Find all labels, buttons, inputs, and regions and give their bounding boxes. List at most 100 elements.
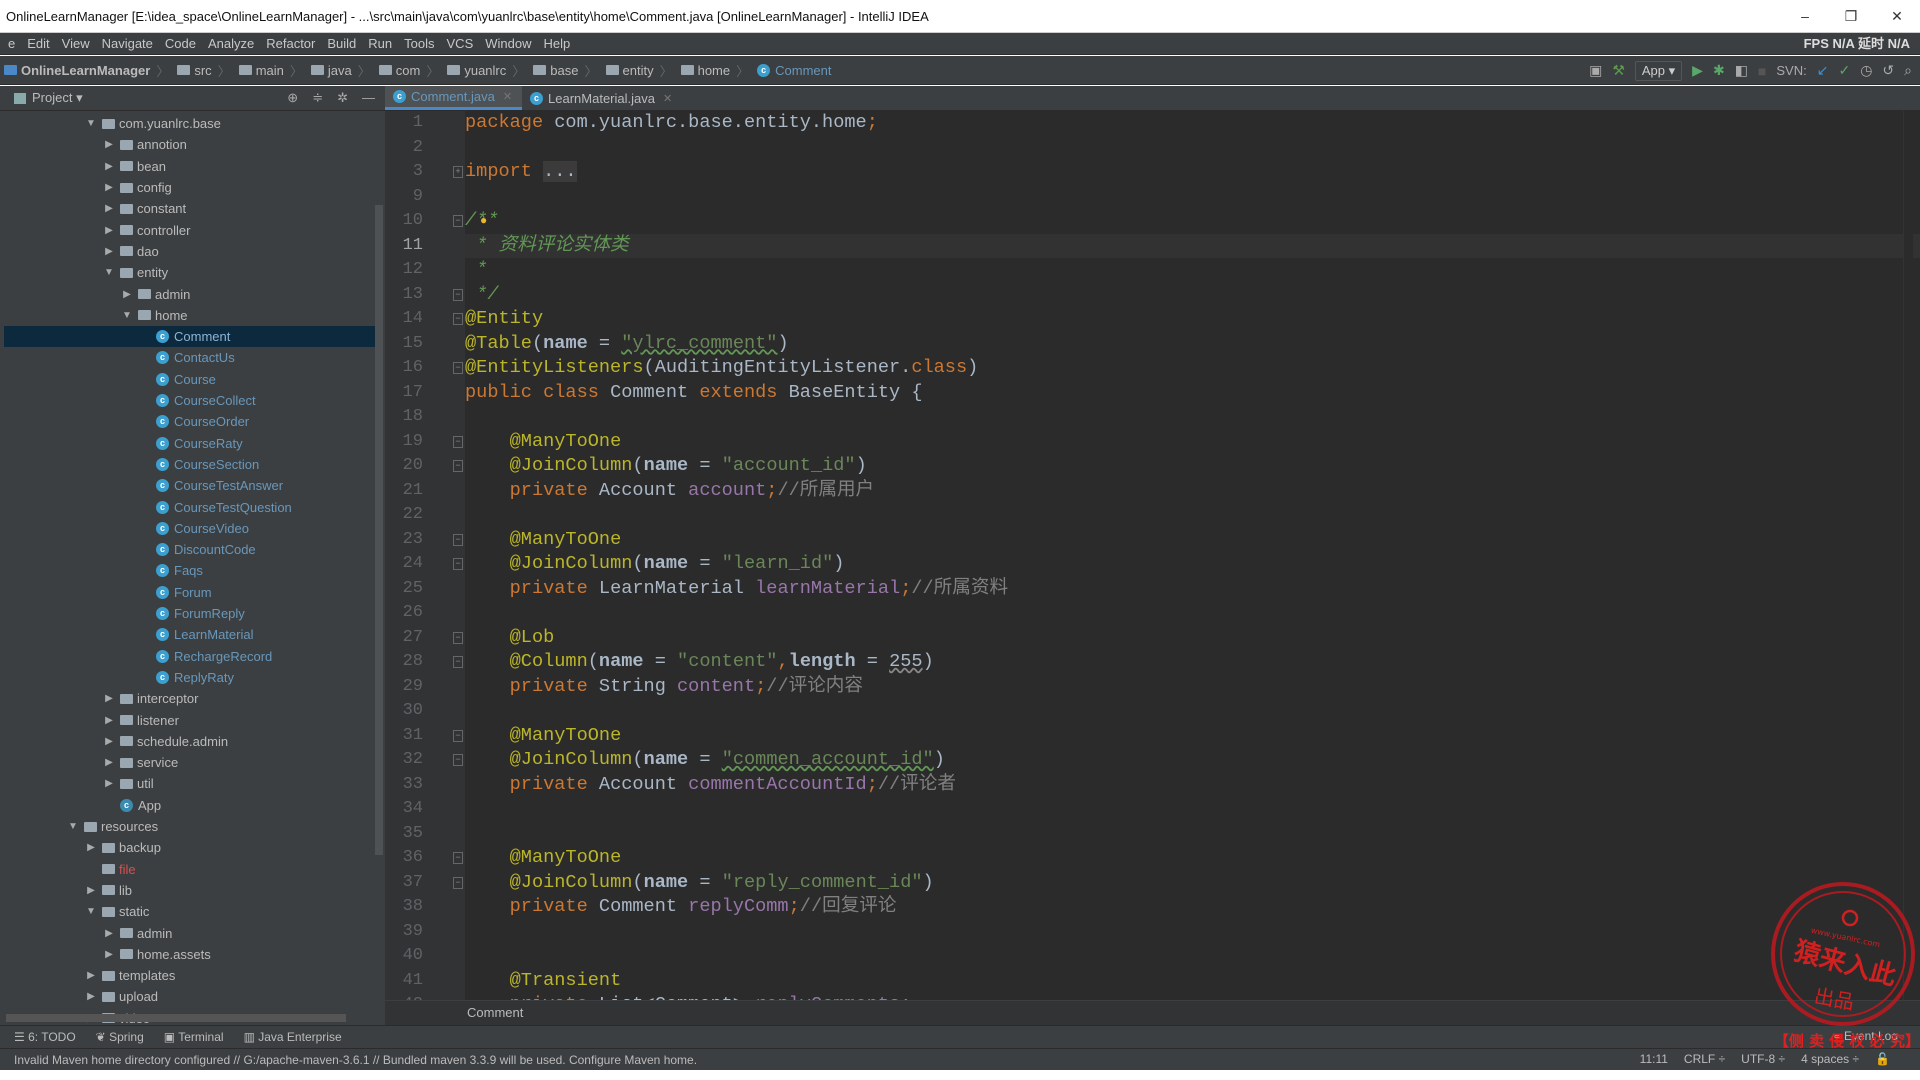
expand-right-icon[interactable]: ▶ (102, 949, 116, 960)
line-separator[interactable]: CRLF ÷ (1684, 1052, 1725, 1066)
expand-right-icon[interactable]: ▶ (102, 139, 116, 150)
code-editor[interactable]: 1 2 3 +9 10−11 12 13−14−15 16−17 18 19−20−21 22 23−… (385, 111, 1920, 1000)
menu-item-refactor[interactable]: Refactor (260, 36, 321, 51)
menu-item-run[interactable]: Run (362, 36, 398, 51)
stop-icon[interactable]: ■ (1758, 63, 1766, 79)
expand-right-icon[interactable]: ▶ (120, 289, 134, 300)
tree-scrollbar[interactable] (375, 205, 383, 855)
caret-position[interactable]: 11:11 (1640, 1052, 1668, 1066)
fold-collapse-icon[interactable]: − (453, 215, 463, 227)
minimize-button[interactable]: – (1782, 0, 1828, 33)
expand-right-icon[interactable]: ▶ (102, 928, 116, 939)
breadcrumb-item[interactable]: OnlineLearnManager 〉 (0, 61, 173, 80)
expand-right-icon[interactable]: ▶ (84, 842, 98, 853)
run-icon[interactable]: ▶ (1692, 62, 1703, 79)
breadcrumb-item[interactable]: home 〉 (677, 61, 754, 80)
tree-item[interactable]: ▼ entity (4, 262, 377, 283)
breadcrumb-item[interactable]: base 〉 (529, 61, 601, 80)
tree-item[interactable]: ▶ interceptor (4, 688, 377, 709)
tree-item[interactable]: ▶ constant (4, 198, 377, 219)
fold-collapse-icon[interactable]: − (453, 754, 463, 766)
tree-item[interactable]: ▼ resources (4, 816, 377, 837)
tree-item[interactable]: c CourseCollect (4, 390, 377, 411)
tool-window--todo[interactable]: ☰ 6: TODO (14, 1030, 76, 1044)
expand-right-icon[interactable]: ▶ (102, 225, 116, 236)
gear-icon[interactable]: ✲ (337, 90, 348, 106)
menu-item-window[interactable]: Window (479, 36, 537, 51)
tree-horizontal-scrollbar[interactable] (6, 1014, 346, 1022)
tree-item[interactable]: ▶ admin (4, 283, 377, 304)
fold-collapse-icon[interactable]: − (453, 558, 463, 570)
tree-item[interactable]: c ReplyRaty (4, 667, 377, 688)
expand-right-icon[interactable]: ▶ (84, 885, 98, 896)
tree-item[interactable]: c CourseVideo (4, 518, 377, 539)
expand-right-icon[interactable]: ▶ (102, 161, 116, 172)
tree-item[interactable]: ▶ controller (4, 220, 377, 241)
editor-breadcrumb-item[interactable]: Comment (467, 1005, 523, 1020)
locate-icon[interactable]: ⊕ (287, 90, 298, 106)
menu-item-analyze[interactable]: Analyze (202, 36, 260, 51)
svn-update-icon[interactable]: ↙ (1817, 62, 1829, 79)
tree-item[interactable]: ▶ backup (4, 837, 377, 858)
tree-item[interactable]: ▶ annotion (4, 134, 377, 155)
menu-item-edit[interactable]: Edit (21, 36, 55, 51)
run-config-select[interactable]: App ▾ (1634, 60, 1683, 81)
tree-item[interactable]: c DiscountCode (4, 539, 377, 560)
close-button[interactable]: ✕ (1874, 0, 1920, 33)
tree-item[interactable]: ▶ bean (4, 156, 377, 177)
intention-bulb-icon[interactable]: ● (480, 213, 487, 227)
fold-collapse-icon[interactable]: − (453, 729, 463, 742)
tree-item[interactable]: ▶ config (4, 177, 377, 198)
fold-collapse-icon[interactable]: − (453, 533, 463, 546)
expand-down-icon[interactable]: ▼ (120, 310, 134, 321)
lock-icon[interactable]: 🔓 (1875, 1052, 1890, 1066)
fold-collapse-icon[interactable]: − (453, 435, 463, 448)
indent-setting[interactable]: 4 spaces ÷ (1801, 1052, 1859, 1066)
revert-icon[interactable]: ↺ (1882, 62, 1894, 79)
expand-right-icon[interactable]: ▶ (102, 203, 116, 214)
tree-item[interactable]: c App (4, 795, 377, 816)
maximize-button[interactable]: ❐ (1828, 0, 1874, 33)
fold-collapse-icon[interactable]: − (453, 852, 463, 864)
tree-item[interactable]: ▶ listener (4, 709, 377, 730)
tree-item[interactable]: ▶ dao (4, 241, 377, 262)
tree-item[interactable]: ▶ admin (4, 922, 377, 943)
svn-commit-icon[interactable]: ✓ (1838, 62, 1850, 79)
hide-icon[interactable]: — (362, 90, 375, 106)
search-icon[interactable]: ⌕ (1904, 62, 1912, 79)
menu-item-build[interactable]: Build (321, 36, 362, 51)
expand-right-icon[interactable]: ▶ (102, 693, 116, 704)
project-view-select[interactable]: Project ▾ (32, 90, 83, 106)
tree-item[interactable]: c CourseTestAnswer (4, 475, 377, 496)
fold-collapse-icon[interactable]: − (453, 656, 463, 668)
fold-collapse-icon[interactable]: − (453, 313, 463, 325)
breadcrumb-item[interactable]: src 〉 (173, 61, 234, 80)
tree-item[interactable]: ▼ home (4, 305, 377, 326)
tree-item[interactable]: ▶ lib (4, 880, 377, 901)
close-tab-icon[interactable]: ✕ (663, 92, 672, 105)
tree-item[interactable]: ▶ service (4, 752, 377, 773)
expand-right-icon[interactable]: ▶ (102, 757, 116, 768)
menu-item-tools[interactable]: Tools (398, 36, 440, 51)
fold-collapse-icon[interactable]: − (453, 631, 463, 644)
tool-window-terminal[interactable]: ▣ Terminal (164, 1030, 224, 1044)
expand-down-icon[interactable]: ▼ (102, 267, 116, 278)
build-hammer-icon[interactable]: ⚒ (1612, 62, 1625, 79)
expand-right-icon[interactable]: ▶ (102, 736, 116, 747)
debug-icon[interactable]: ✱ (1713, 62, 1725, 79)
menu-item-vcs[interactable]: VCS (441, 36, 480, 51)
collapse-icon[interactable]: ≑ (312, 90, 323, 106)
menu-item-help[interactable]: Help (538, 36, 577, 51)
breadcrumb-item[interactable]: java 〉 (307, 61, 375, 80)
menu-item-navigate[interactable]: Navigate (96, 36, 159, 51)
file-encoding[interactable]: UTF-8 ÷ (1741, 1052, 1785, 1066)
breadcrumb-item[interactable]: entity 〉 (602, 61, 677, 80)
tree-item[interactable]: ▶ templates (4, 965, 377, 986)
menu-item-view[interactable]: View (56, 36, 96, 51)
editor-scrollbar[interactable] (1903, 111, 1913, 1000)
status-message[interactable]: Invalid Maven home directory configured … (14, 1053, 697, 1067)
tree-item[interactable]: c RechargeRecord (4, 646, 377, 667)
tree-item[interactable]: ▶ util (4, 773, 377, 794)
fold-collapse-icon[interactable]: − (453, 288, 463, 301)
fold-collapse-icon[interactable]: − (453, 876, 463, 889)
